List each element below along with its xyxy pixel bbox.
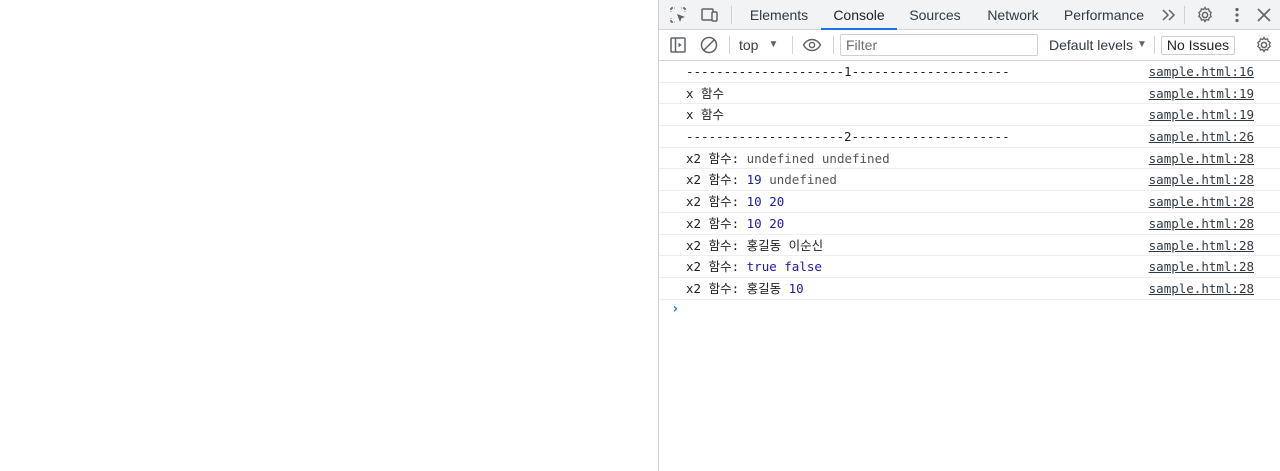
console-message: x 함수 sample.html:19 xyxy=(659,83,1280,105)
console-message-text: x2 함수: 홍길동 10 xyxy=(686,278,804,299)
message-label: x2 함수: xyxy=(686,194,747,210)
toolbar-divider xyxy=(833,36,834,54)
toolbar-divider xyxy=(792,36,793,54)
source-link[interactable]: sample.html:19 xyxy=(1149,104,1254,125)
tab-elements[interactable]: Elements xyxy=(747,0,811,30)
tab-console[interactable]: Console xyxy=(821,0,897,30)
source-link[interactable]: sample.html:28 xyxy=(1149,256,1254,277)
source-link[interactable]: sample.html:28 xyxy=(1149,213,1254,234)
message-label: x2 함수: xyxy=(686,150,747,166)
filter-input[interactable] xyxy=(840,34,1038,56)
message-label: x2 함수: xyxy=(686,259,747,275)
console-message-text: x 함수 xyxy=(686,104,724,125)
tab-performance[interactable]: Performance xyxy=(1062,0,1146,30)
triangle-down-icon: ▼ xyxy=(1137,39,1147,50)
message-value: undefined xyxy=(761,172,837,188)
toolbar-divider xyxy=(1154,36,1155,54)
tab-sources[interactable]: Sources xyxy=(907,0,963,30)
console-message: x2 함수: 10 20 sample.html:28 xyxy=(659,213,1280,235)
message-value: 19 xyxy=(746,172,762,188)
message-value: 10 20 xyxy=(746,194,785,210)
tabbar-divider xyxy=(1184,6,1185,24)
console-message-text: x2 함수: undefined undefined xyxy=(686,148,890,169)
context-selector-label: top xyxy=(739,37,759,53)
console-message-text: ---------------------2------------------… xyxy=(686,126,1010,147)
message-value: 10 xyxy=(788,280,804,296)
console-message: ---------------------1------------------… xyxy=(659,61,1280,83)
gear-icon[interactable] xyxy=(1254,35,1274,55)
console-message-text: x2 함수: 홍길동 이순신 xyxy=(686,235,823,256)
source-link[interactable]: sample.html:28 xyxy=(1149,235,1254,256)
source-link[interactable]: sample.html:19 xyxy=(1149,83,1254,104)
source-link[interactable]: sample.html:28 xyxy=(1149,278,1254,299)
console-message: x2 함수: undefined undefined sample.html:28 xyxy=(659,148,1280,170)
tabbar-divider xyxy=(731,6,732,24)
devtools-tabbar: Elements Console Sources Network Perform… xyxy=(659,0,1280,30)
kebab-menu-icon[interactable] xyxy=(1227,5,1247,25)
chevron-double-right-icon[interactable] xyxy=(1159,5,1179,25)
devtools-panel: Elements Console Sources Network Perform… xyxy=(658,0,1280,471)
inspect-element-icon[interactable] xyxy=(668,5,688,25)
log-levels-dropdown[interactable]: Default levels ▼ xyxy=(1049,35,1147,55)
source-link[interactable]: sample.html:28 xyxy=(1149,191,1254,212)
sidebar-toggle-icon[interactable] xyxy=(668,35,688,55)
console-message: x2 함수: 홍길동 이순신 sample.html:28 xyxy=(659,235,1280,257)
message-label: x 함수 xyxy=(686,107,725,123)
issues-button[interactable]: No Issues xyxy=(1161,36,1235,55)
tab-network[interactable]: Network xyxy=(983,0,1043,30)
console-message-text: x 함수 xyxy=(686,83,724,104)
message-label: x2 함수: xyxy=(686,172,747,188)
console-message: x2 함수: 홍길동 10 sample.html:28 xyxy=(659,278,1280,300)
message-label: x 함수 xyxy=(686,85,725,101)
source-link[interactable]: sample.html:28 xyxy=(1149,148,1254,169)
message-value: true false xyxy=(746,259,822,275)
context-selector[interactable]: top ▼ xyxy=(739,35,778,55)
source-link[interactable]: sample.html:16 xyxy=(1149,61,1254,82)
clear-console-icon[interactable] xyxy=(699,35,719,55)
device-toolbar-icon[interactable] xyxy=(699,5,719,25)
console-prompt[interactable]: › xyxy=(671,301,679,317)
page-viewport xyxy=(0,0,658,471)
console-toolbar: top▼ Default levels▼ No Issues xyxy=(659,30,1280,61)
gear-icon[interactable] xyxy=(1195,5,1215,25)
console-message-text: x2 함수: 19 undefined xyxy=(686,169,837,190)
message-label: x2 함수: 홍길동 xyxy=(686,280,789,296)
message-label: ---------------------2------------------… xyxy=(686,129,1010,145)
console-message: x2 함수: 10 20 sample.html:28 xyxy=(659,191,1280,213)
close-icon[interactable] xyxy=(1254,5,1274,25)
message-value: 10 20 xyxy=(746,215,785,231)
message-label: x2 함수: 홍길동 이순신 xyxy=(686,237,824,253)
console-messages: ---------------------1------------------… xyxy=(659,61,1280,300)
console-message: x2 함수: 19 undefined sample.html:28 xyxy=(659,169,1280,192)
message-label: x2 함수: xyxy=(686,215,747,231)
console-message-text: ---------------------1------------------… xyxy=(686,61,1010,82)
toolbar-divider xyxy=(729,36,730,54)
message-label: ---------------------1------------------… xyxy=(686,64,1010,79)
browser-window: Elements Console Sources Network Perform… xyxy=(0,0,1280,471)
source-link[interactable]: sample.html:28 xyxy=(1149,169,1254,190)
eye-icon[interactable] xyxy=(802,35,822,55)
source-link[interactable]: sample.html:26 xyxy=(1149,126,1254,147)
console-message: x 함수 sample.html:19 xyxy=(659,104,1280,127)
console-message: x2 함수: true false sample.html:28 xyxy=(659,256,1280,278)
console-message: ---------------------2------------------… xyxy=(659,126,1280,148)
message-value: undefined undefined xyxy=(746,150,890,166)
triangle-down-icon: ▼ xyxy=(768,39,779,50)
log-levels-label: Default levels xyxy=(1049,37,1134,53)
console-message-text: x2 함수: 10 20 xyxy=(686,191,784,212)
console-message-text: x2 함수: true false xyxy=(686,256,822,277)
console-message-text: x2 함수: 10 20 xyxy=(686,213,784,234)
